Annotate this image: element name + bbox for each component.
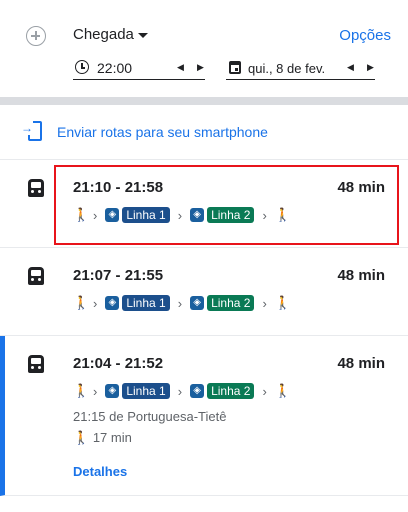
add-destination-icon[interactable] xyxy=(26,26,46,46)
walk-icon: 🚶 xyxy=(73,383,90,398)
transit-icon xyxy=(28,355,44,373)
send-to-phone-row[interactable]: Enviar rotas para seu smartphone xyxy=(0,105,408,160)
transit-icon xyxy=(28,267,44,285)
date-value[interactable]: qui., 8 de fev. xyxy=(248,61,325,76)
route-duration: 48 min xyxy=(337,355,385,372)
calendar-icon xyxy=(229,61,241,74)
route-steps: 🚶 › ◈ Linha 1 › ◈ Linha 2 › 🚶 xyxy=(73,206,291,224)
chevron-right-icon: › xyxy=(93,383,98,399)
line-1-badge: Linha 1 xyxy=(122,207,170,223)
walk-icon: 🚶 xyxy=(73,430,90,445)
departure-info: 21:15 de Portuguesa-Tietê xyxy=(73,409,227,424)
walk-icon: 🚶 xyxy=(274,207,291,222)
route-option-3-selected[interactable]: 21:04 - 21:52 48 min 🚶 › ◈ Linha 1 › ◈ L… xyxy=(0,336,408,496)
metro-icon: ◈ xyxy=(105,296,120,310)
route-steps: 🚶 › ◈ Linha 1 › ◈ Linha 2 › 🚶 xyxy=(73,294,291,312)
transit-icon xyxy=(28,179,44,197)
clock-icon xyxy=(75,60,89,74)
send-to-phone-label[interactable]: Enviar rotas para seu smartphone xyxy=(57,124,268,140)
date-field[interactable]: qui., 8 de fev. ◀ ▶ xyxy=(226,58,375,80)
route-option-1[interactable]: 21:10 - 21:58 48 min 🚶 › ◈ Linha 1 › ◈ L… xyxy=(0,160,408,248)
chevron-right-icon: › xyxy=(93,207,98,223)
details-link[interactable]: Detalhes xyxy=(73,464,127,479)
route-duration: 48 min xyxy=(337,267,385,284)
metro-icon: ◈ xyxy=(105,384,120,398)
metro-icon: ◈ xyxy=(190,384,205,398)
walk-icon: 🚶 xyxy=(73,207,90,222)
walk-icon: 🚶 xyxy=(274,295,291,310)
date-next-arrow[interactable]: ▶ xyxy=(367,62,374,73)
time-field[interactable]: 22:00 ◀ ▶ xyxy=(73,58,205,80)
line-2-badge: Linha 2 xyxy=(207,383,255,399)
route-times: 21:07 - 21:55 xyxy=(73,267,164,284)
chevron-right-icon: › xyxy=(177,207,183,223)
metro-icon: ◈ xyxy=(105,208,120,222)
time-value[interactable]: 22:00 xyxy=(97,60,132,76)
line-2-badge: Linha 2 xyxy=(207,207,255,223)
chevron-right-icon: › xyxy=(262,295,267,311)
metro-icon: ◈ xyxy=(190,296,205,310)
line-1-badge: Linha 1 xyxy=(122,295,170,311)
line-1-badge: Linha 1 xyxy=(122,383,170,399)
arrival-mode-select[interactable]: Chegada xyxy=(73,26,134,43)
walk-icon: 🚶 xyxy=(274,383,291,398)
time-prev-arrow[interactable]: ◀ xyxy=(177,62,184,73)
route-times: 21:04 - 21:52 xyxy=(73,355,164,372)
line-2-badge: Linha 2 xyxy=(207,295,255,311)
route-option-2[interactable]: 21:07 - 21:55 48 min 🚶 › ◈ Linha 1 › ◈ L… xyxy=(0,248,408,336)
send-to-phone-icon xyxy=(21,121,42,141)
walk-icon: 🚶 xyxy=(73,295,90,310)
route-steps: 🚶 › ◈ Linha 1 › ◈ Linha 2 › 🚶 xyxy=(73,382,291,400)
date-prev-arrow[interactable]: ◀ xyxy=(347,62,354,73)
walk-duration-row: 🚶 17 min xyxy=(73,430,132,446)
chevron-right-icon: › xyxy=(262,383,267,399)
chevron-right-icon: › xyxy=(177,295,183,311)
chevron-right-icon: › xyxy=(177,383,183,399)
time-next-arrow[interactable]: ▶ xyxy=(197,62,204,73)
route-times: 21:10 - 21:58 xyxy=(73,179,164,196)
chevron-down-icon[interactable] xyxy=(138,33,148,38)
metro-icon: ◈ xyxy=(190,208,205,222)
route-duration: 48 min xyxy=(337,179,385,196)
walk-duration: 17 min xyxy=(92,430,132,445)
chevron-right-icon: › xyxy=(262,207,267,223)
chevron-right-icon: › xyxy=(93,295,98,311)
options-link[interactable]: Opções xyxy=(339,27,391,44)
section-divider xyxy=(0,97,408,105)
